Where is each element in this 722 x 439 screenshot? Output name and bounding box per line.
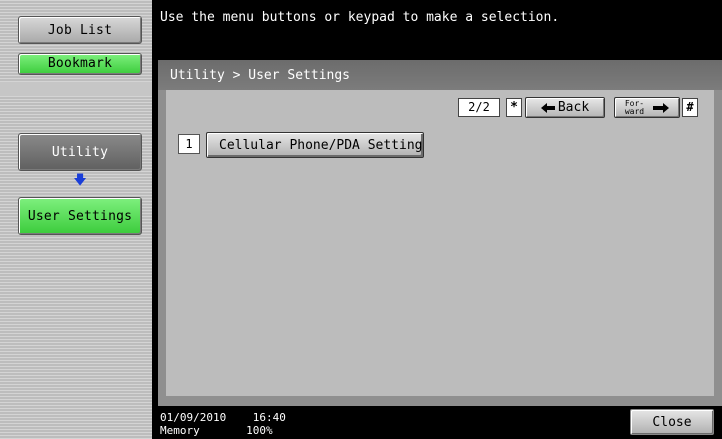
memory-value: 100%: [246, 424, 273, 437]
date-time: 01/09/2010 16:40: [160, 412, 286, 423]
memory-status: Memory 100%: [160, 425, 273, 436]
star-key-icon: *: [506, 98, 522, 117]
cellular-phone-pda-setting-button[interactable]: Cellular Phone/PDA Setting: [206, 132, 424, 158]
back-button[interactable]: Back: [525, 97, 605, 118]
down-arrow-icon: 🡇: [73, 173, 87, 188]
hash-key-icon: #: [682, 98, 698, 117]
breadcrumb: Utility > User Settings: [170, 68, 351, 83]
close-button[interactable]: Close: [630, 409, 714, 435]
instruction-message: Use the menu buttons or keypad to make a…: [160, 10, 560, 25]
utility-button[interactable]: Utility: [18, 133, 142, 171]
sidebar-divider: [0, 82, 152, 96]
page-indicator: 2/2: [458, 98, 500, 117]
job-list-button[interactable]: Job List: [18, 16, 142, 44]
item-number: 1: [178, 134, 200, 154]
content-area: 2/2 * Back For-ward # 1 Cellular Phone/P…: [166, 90, 714, 396]
status-footer: 01/09/2010 16:40 Memory 100% Close: [152, 406, 722, 439]
forward-label: For-ward: [624, 98, 645, 116]
breadcrumb-bar: Utility > User Settings: [158, 60, 722, 90]
user-settings-button[interactable]: User Settings: [18, 197, 142, 235]
left-arrow-icon: [540, 102, 555, 113]
right-arrow-icon: [653, 102, 670, 113]
date: 01/09/2010: [160, 411, 227, 424]
back-label: Back: [557, 100, 590, 115]
main-panel: Utility > User Settings 2/2 * Back For-w…: [158, 60, 722, 406]
forward-button[interactable]: For-ward: [614, 97, 680, 118]
left-sidebar: Job List Bookmark Utility 🡇 User Setting…: [0, 0, 152, 439]
bookmark-button[interactable]: Bookmark: [18, 53, 142, 75]
time: 16:40: [252, 411, 286, 424]
memory-label: Memory: [160, 424, 200, 437]
